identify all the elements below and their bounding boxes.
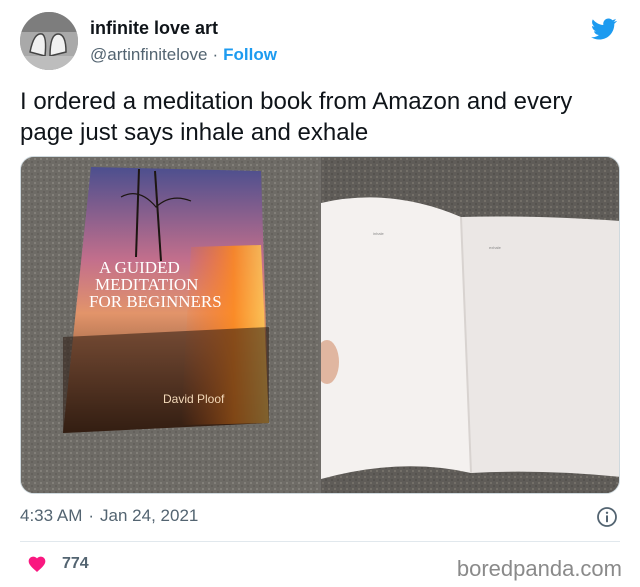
- author-handle-row: @artinfinitelove · Follow: [90, 45, 277, 65]
- open-book-photo[interactable]: inhale exhale: [321, 157, 619, 493]
- twitter-bird-icon[interactable]: [590, 16, 618, 42]
- author-handle[interactable]: @artinfinitelove: [90, 45, 207, 64]
- follow-button[interactable]: Follow: [223, 45, 277, 64]
- tweet-time: 4:33 AM: [20, 506, 83, 525]
- timestamp-separator: ·: [88, 506, 95, 525]
- right-page-word: exhale: [489, 245, 502, 250]
- divider: [20, 541, 620, 542]
- handle-separator: ·: [212, 45, 219, 64]
- like-button[interactable]: 774: [26, 554, 89, 574]
- author-name[interactable]: infinite love art: [90, 18, 218, 39]
- avatar[interactable]: [20, 12, 78, 70]
- open-book: [321, 197, 619, 479]
- book-title-line-3: FOR BEGINNERS: [89, 292, 222, 311]
- info-icon[interactable]: [596, 506, 618, 528]
- watermark: boredpanda.com: [456, 556, 622, 581]
- left-page-word: inhale: [373, 231, 384, 236]
- tweet-timestamp[interactable]: 4:33 AM · Jan 24, 2021: [20, 506, 198, 526]
- book-cover-photo[interactable]: A GUIDED MEDITATION FOR BEGINNERS David …: [21, 157, 319, 493]
- tweet-text: I ordered a meditation book from Amazon …: [20, 88, 573, 146]
- tweet-date: Jan 24, 2021: [100, 506, 199, 525]
- book-author: David Ploof: [163, 392, 225, 406]
- tweet-media[interactable]: A GUIDED MEDITATION FOR BEGINNERS David …: [20, 156, 620, 494]
- like-count: 774: [62, 555, 89, 572]
- heart-icon: [28, 556, 46, 572]
